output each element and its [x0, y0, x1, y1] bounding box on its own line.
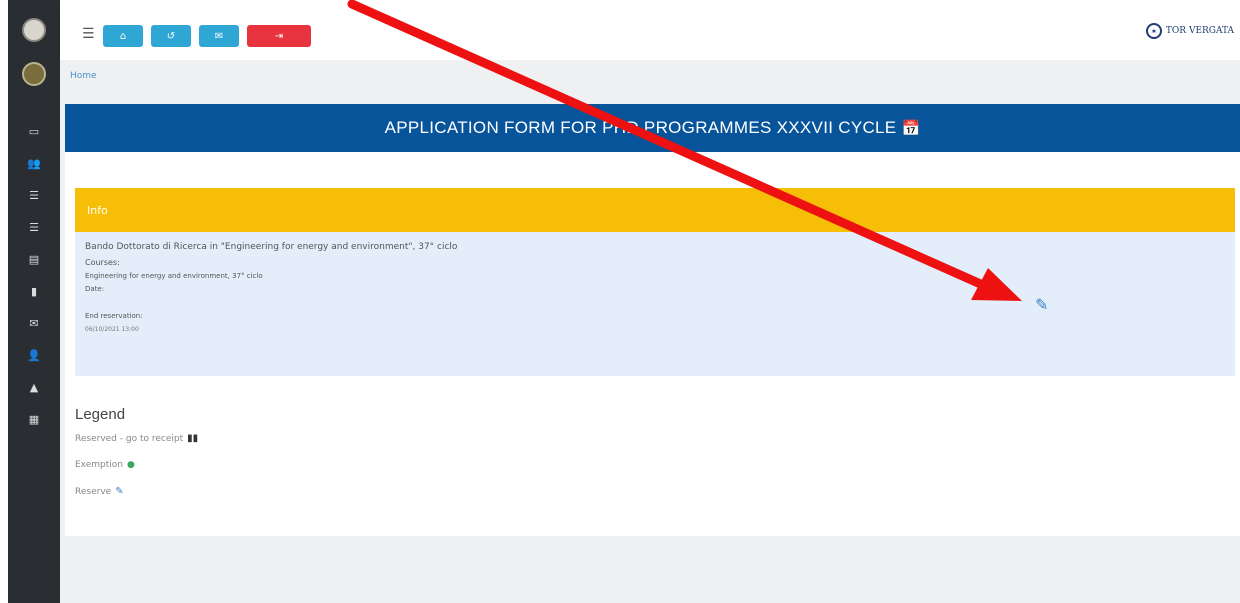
arrow-shaft	[347, 0, 990, 291]
annotation-arrow	[347, 0, 1022, 301]
